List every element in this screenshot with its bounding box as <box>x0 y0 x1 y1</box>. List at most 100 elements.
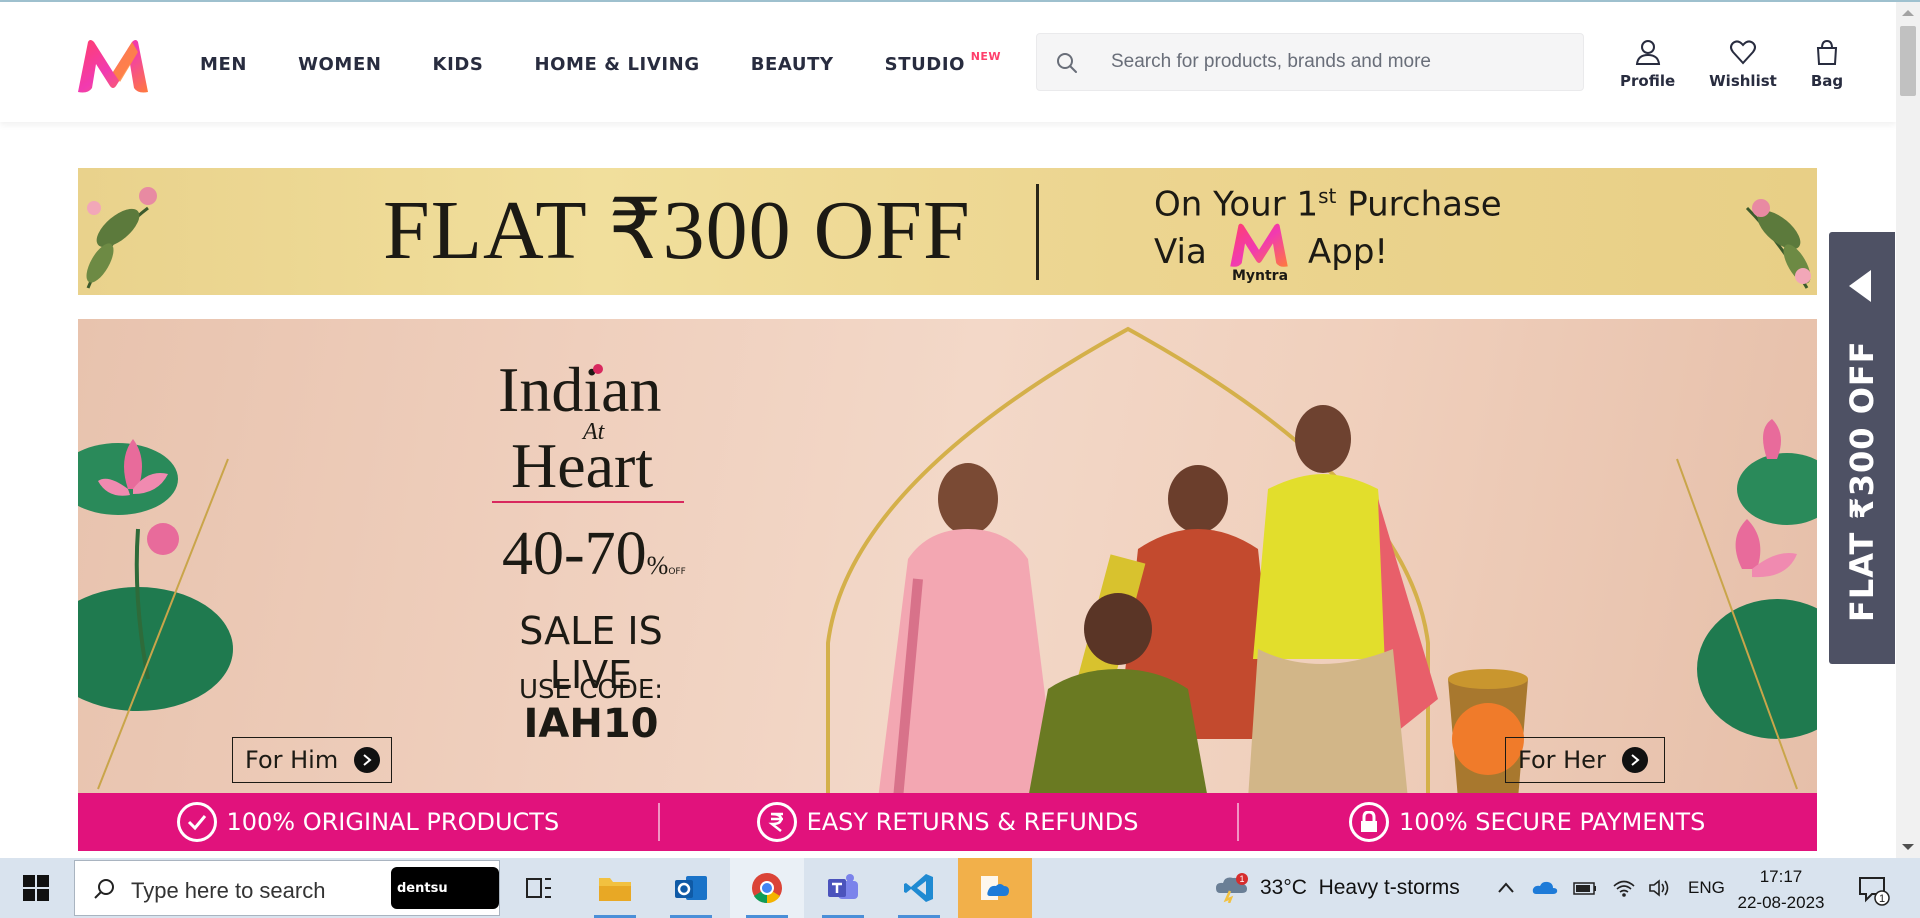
trust-easy-returns: EASY RETURNS & REFUNDS <box>657 793 1238 851</box>
scroll-thumb[interactable] <box>1900 26 1916 96</box>
task-view-icon <box>526 878 551 898</box>
nav-home-living[interactable]: HOME & LIVING <box>534 54 699 75</box>
search-icon <box>1057 53 1077 73</box>
caret-left-icon[interactable] <box>1849 270 1871 302</box>
offer-app-text: App! <box>1308 232 1389 272</box>
myntra-logo[interactable] <box>76 38 150 94</box>
left-flower-decoration <box>86 187 157 289</box>
profile-icon <box>1635 40 1660 65</box>
notification-center-button[interactable]: 1 <box>1856 872 1890 906</box>
vscode-icon <box>904 874 933 902</box>
cloud-folder-icon <box>981 876 1009 900</box>
first-purchase-offer-banner[interactable]: FLAT ₹300 OFF On Your 1st Purchase Via M… <box>78 168 1817 295</box>
taskbar-search-box[interactable]: Type here to search dentsu <box>74 860 500 916</box>
chrome-app[interactable] <box>730 858 804 918</box>
chrome-icon <box>752 873 782 904</box>
clock-time: 17:17 <box>1759 867 1803 886</box>
bag-label: Bag <box>1810 72 1844 90</box>
hero-discount: 40-70%OFF <box>502 520 686 588</box>
weather-alert-count: 1 <box>1239 874 1244 884</box>
folder-icon <box>599 878 631 901</box>
volume-icon[interactable] <box>1648 878 1672 898</box>
nav-kids[interactable]: KIDS <box>433 54 484 75</box>
hero-title-dot <box>593 364 603 374</box>
trust-secure-payments: 100% SECURE PAYMENTS <box>1237 793 1817 851</box>
language-indicator[interactable]: ENG <box>1688 878 1725 898</box>
rupee-circle-icon <box>756 802 797 842</box>
offer-divider <box>1036 184 1039 280</box>
system-tray: ENG <box>1496 858 1725 918</box>
nav-beauty[interactable]: BEAUTY <box>751 54 834 75</box>
bag-icon <box>1816 39 1838 65</box>
heart-icon <box>1729 40 1756 65</box>
for-her-label: For Her <box>1518 746 1606 774</box>
dentsu-search-badge: dentsu <box>391 867 499 909</box>
offer-first-purchase-line: On Your 1st Purchase <box>1154 184 1502 225</box>
arrow-right-icon <box>354 747 381 773</box>
system-clock[interactable]: 17:17 22-08-2023 <box>1726 864 1836 916</box>
storm-cloud-icon: 1 <box>1216 873 1248 903</box>
chevron-up-icon[interactable] <box>1496 878 1516 898</box>
file-share-app[interactable] <box>958 858 1032 918</box>
check-circle-icon <box>176 802 217 842</box>
outlook-app[interactable] <box>654 858 728 918</box>
trust-original-products: 100% ORIGINAL PRODUCTS <box>78 793 658 851</box>
arrow-right-icon <box>1621 747 1648 773</box>
teams-app[interactable] <box>806 858 880 918</box>
windows-taskbar: Type here to search dentsu 1 33°C Heavy … <box>0 858 1920 918</box>
weather-widget[interactable]: 1 33°C Heavy t-storms <box>1214 858 1460 918</box>
models-illustration <box>878 405 1528 793</box>
left-lotus-decoration <box>78 439 233 790</box>
teams-icon <box>828 874 858 899</box>
header-actions: Profile Wishlist Bag <box>1620 38 1877 90</box>
weather-text: 33°C Heavy t-storms <box>1260 876 1460 899</box>
myntra-logo-text: Myntra <box>1231 268 1289 284</box>
indian-at-heart-hero-banner[interactable]: Indian At Heart 40-70%OFF SALE IS LIVE U… <box>78 319 1817 793</box>
nav-studio[interactable]: STUDIO NEW <box>885 50 1001 75</box>
offer-headline: FLAT ₹300 OFF <box>383 184 971 277</box>
profile-button[interactable]: Profile <box>1620 38 1675 90</box>
search-bar[interactable] <box>1036 33 1584 91</box>
scroll-up-arrow[interactable] <box>1902 10 1914 16</box>
scroll-down-arrow[interactable] <box>1902 844 1914 850</box>
windows-start-button[interactable] <box>0 858 72 918</box>
windows-logo-icon <box>23 875 49 901</box>
hero-title-heart: Heart <box>511 430 654 501</box>
profile-label: Profile <box>1620 72 1676 90</box>
right-lotus-decoration <box>1676 419 1817 790</box>
hero-coupon-code: IAH10 <box>523 701 659 747</box>
nav-women[interactable]: WOMEN <box>298 54 381 75</box>
vscode-app[interactable] <box>882 858 956 918</box>
page-scrollbar[interactable] <box>1896 2 1920 858</box>
for-him-button[interactable]: For Him <box>232 737 392 783</box>
notification-icon: 1 <box>1859 877 1890 906</box>
search-icon <box>94 879 114 899</box>
onedrive-icon[interactable] <box>1532 878 1558 898</box>
wifi-icon[interactable] <box>1612 878 1636 898</box>
hero-title-indian: Indian <box>498 354 662 425</box>
flat-offer-side-tab[interactable]: FLAT ₹300 OFF <box>1829 232 1895 664</box>
for-him-label: For Him <box>245 746 339 774</box>
lock-circle-icon <box>1349 802 1390 842</box>
notification-count: 1 <box>1879 893 1885 905</box>
search-input[interactable] <box>1111 34 1571 90</box>
clock-date: 22-08-2023 <box>1737 893 1825 912</box>
nav-men[interactable]: MEN <box>200 54 247 75</box>
new-badge: NEW <box>970 50 1002 63</box>
trust-bar: 100% ORIGINAL PRODUCTS EASY RETURNS & RE… <box>78 793 1817 851</box>
task-view-button[interactable] <box>502 858 576 918</box>
outlook-icon <box>675 876 707 900</box>
wishlist-label: Wishlist <box>1709 72 1777 90</box>
taskbar-search-placeholder: Type here to search <box>131 878 326 903</box>
right-flower-decoration <box>1745 199 1811 289</box>
file-explorer-app[interactable] <box>578 858 652 918</box>
side-tab-label: FLAT ₹300 OFF <box>1843 340 1881 622</box>
hero-title-underline <box>492 501 684 503</box>
for-her-button[interactable]: For Her <box>1505 737 1665 783</box>
wishlist-button[interactable]: Wishlist <box>1709 38 1777 90</box>
main-nav: MEN WOMEN KIDS HOME & LIVING BEAUTY STUD… <box>200 50 1016 75</box>
site-header: MEN WOMEN KIDS HOME & LIVING BEAUTY STUD… <box>0 2 1896 122</box>
battery-icon[interactable] <box>1572 878 1598 898</box>
bag-button[interactable]: Bag <box>1811 38 1843 90</box>
myntra-app-logo <box>1230 223 1288 267</box>
